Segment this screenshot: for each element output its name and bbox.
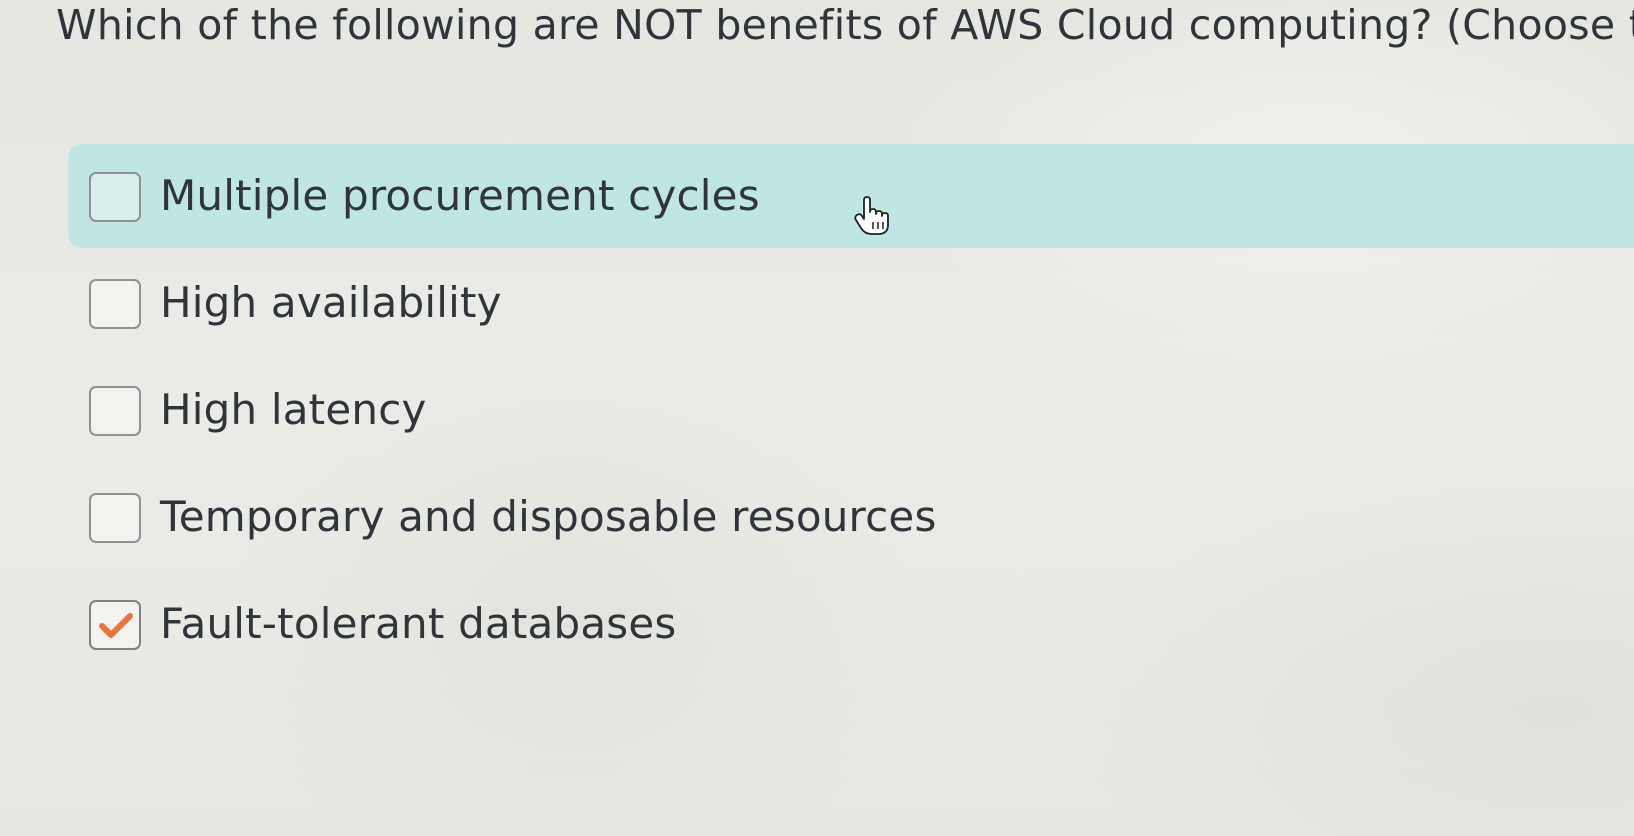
checkbox-temporary-and-disposable-resources[interactable] xyxy=(89,493,141,543)
option-temporary-and-disposable-resources[interactable]: Temporary and disposable resources xyxy=(68,465,1634,569)
option-high-latency[interactable]: High latency xyxy=(68,358,1634,462)
answer-options: Multiple procurement cycles High availab… xyxy=(0,0,1634,836)
option-high-availability[interactable]: High availability xyxy=(68,251,1634,355)
option-label: High availability xyxy=(160,278,502,327)
checkbox-multiple-procurement-cycles[interactable] xyxy=(89,172,141,222)
option-label: High latency xyxy=(160,385,427,434)
option-fault-tolerant-databases[interactable]: Fault-tolerant databases xyxy=(68,572,1634,676)
hand-pointer-cursor-icon xyxy=(854,196,889,235)
checkbox-high-availability[interactable] xyxy=(89,279,141,329)
option-label: Fault-tolerant databases xyxy=(160,599,677,648)
option-label: Multiple procurement cycles xyxy=(160,171,760,220)
option-multiple-procurement-cycles[interactable]: Multiple procurement cycles xyxy=(68,144,1634,248)
checkbox-high-latency[interactable] xyxy=(89,386,141,436)
checkmark-icon xyxy=(99,613,133,638)
option-label: Temporary and disposable resources xyxy=(160,492,937,541)
checkbox-fault-tolerant-databases[interactable] xyxy=(89,600,141,650)
